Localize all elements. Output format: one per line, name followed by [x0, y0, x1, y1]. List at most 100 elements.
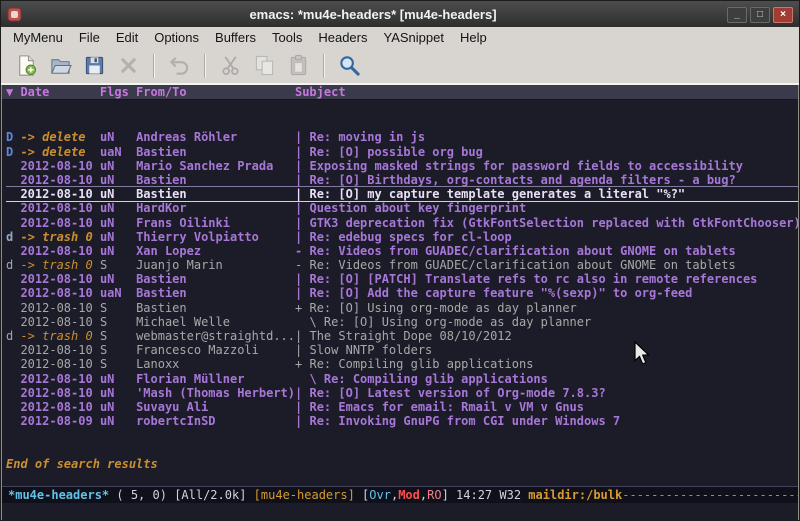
flags-cell: S [100, 343, 136, 357]
from-cell: robertcInSD [136, 414, 295, 428]
window-title: emacs: *mu4e-headers* [mu4e-headers] [22, 7, 724, 22]
menu-yasnippet[interactable]: YASnippet [375, 28, 451, 47]
toolbar-separator [153, 54, 154, 78]
flags-cell: S [100, 329, 136, 343]
new-file-icon[interactable] [10, 51, 42, 81]
from-cell: Bastien [136, 145, 295, 159]
flags-cell: uN [100, 159, 136, 173]
message-row[interactable]: 2012-08-10 uN Suvayu Ali | Re: Emacs for… [6, 400, 798, 414]
subject-cell: | Re: [O] my capture template generates … [295, 187, 685, 201]
mark-cell [6, 216, 20, 230]
message-row[interactable]: 2012-08-10 uN Bastien | Re: [O] [PATCH] … [6, 272, 798, 286]
message-row[interactable]: 2012-08-10 uN Mario Sanchez Prada | Expo… [6, 159, 798, 173]
message-row[interactable]: 2012-08-10 uN Xan Lopez - Re: Videos fro… [6, 244, 798, 258]
message-row[interactable]: 2012-08-10 uN 'Mash (Thomas Herbert)| Re… [6, 386, 798, 400]
date-cell: 2012-08-10 [20, 187, 99, 201]
message-row[interactable]: 2012-08-10 uN Florian Müllner \ Re: Comp… [6, 372, 798, 386]
subject-cell: | Re: [O] Add the capture feature "%(sex… [295, 286, 692, 300]
from-cell: Florian Müllner [136, 372, 295, 386]
message-row[interactable]: 2012-08-10 S Lanoxx + Re: Compiling glib… [6, 357, 798, 371]
message-row[interactable]: 2012-08-10 S Bastien + Re: [O] Using org… [6, 301, 798, 315]
title-bar: emacs: *mu4e-headers* [mu4e-headers] _□× [1, 1, 799, 27]
modeline-segment: RO [427, 488, 441, 502]
message-row[interactable]: 2012-08-10 S Michael Welle \ Re: [O] Usi… [6, 315, 798, 329]
minimize-button[interactable]: _ [727, 7, 747, 23]
from-cell: Bastien [136, 301, 295, 315]
modeline-segment: maildir:/bulk [528, 488, 622, 502]
flags-cell: S [100, 357, 136, 371]
headers-column-header[interactable]: ▼ Date Flgs From/To Subject [2, 85, 798, 100]
minibuffer[interactable] [2, 503, 798, 520]
from-cell: Bastien [136, 272, 295, 286]
message-row[interactable]: 2012-08-10 S Francesco Mazzoli | Slow NN… [6, 343, 798, 357]
menu-tools[interactable]: Tools [264, 28, 310, 47]
modeline-segment: ( 5, 0) [109, 488, 174, 502]
date-cell: 2012-08-10 [20, 272, 99, 286]
modeline-segment: ] [442, 488, 456, 502]
flags-cell: S [100, 301, 136, 315]
open-file-icon[interactable] [44, 51, 76, 81]
window-menu-icon[interactable] [7, 7, 22, 22]
from-cell: Michael Welle [136, 315, 295, 329]
search-icon[interactable] [333, 51, 365, 81]
message-row[interactable]: 2012-08-10 uaN Bastien | Re: [O] Add the… [6, 286, 798, 300]
menu-headers[interactable]: Headers [310, 28, 375, 47]
modeline-segment: [All/2.0k] [174, 488, 253, 502]
from-cell: Suvayu Ali [136, 400, 295, 414]
save-icon[interactable] [78, 51, 110, 81]
toolbar-separator [204, 54, 205, 78]
message-row[interactable]: d -> trash 0 uN Thierry Volpiatto | Re: … [6, 230, 798, 244]
menu-mymenu[interactable]: MyMenu [5, 28, 71, 47]
copy-icon[interactable] [248, 51, 280, 81]
date-cell: 2012-08-10 [20, 400, 99, 414]
subject-cell: - Re: Videos from GUADEC/clarification a… [295, 258, 736, 272]
flags-cell: uN [100, 386, 136, 400]
mark-cell [6, 159, 20, 173]
message-row[interactable]: D -> delete uN Andreas Röhler | Re: movi… [6, 130, 798, 144]
mark-cell [6, 201, 20, 215]
cut-icon[interactable] [214, 51, 246, 81]
mark-cell [6, 386, 20, 400]
message-row[interactable]: D -> delete uaN Bastien | Re: [O] possib… [6, 145, 798, 159]
subject-cell: | Re: edebug specs for cl-loop [295, 230, 512, 244]
date-cell: 2012-08-10 [20, 372, 99, 386]
date-cell: 2012-08-10 [20, 386, 99, 400]
menu-help[interactable]: Help [452, 28, 495, 47]
menu-options[interactable]: Options [146, 28, 207, 47]
flags-cell: S [100, 258, 136, 272]
close-icon[interactable] [112, 51, 144, 81]
flags-cell: uN [100, 414, 136, 428]
flags-cell: uN [100, 173, 136, 187]
end-of-results-text: End of search results [6, 457, 798, 471]
flags-cell: uN [100, 400, 136, 414]
message-row[interactable]: 2012-08-10 uN Bastien | Re: [O] Birthday… [6, 173, 798, 187]
menu-buffers[interactable]: Buffers [207, 28, 264, 47]
message-row[interactable]: 2012-08-10 uN Frans Oilinki | GTK3 depre… [6, 216, 798, 230]
message-row[interactable]: 2012-08-09 uN robertcInSD | Re: Invoking… [6, 414, 798, 428]
message-row[interactable]: 2012-08-10 uN Bastien | Re: [O] my captu… [6, 187, 798, 201]
from-cell: Frans Oilinki [136, 216, 295, 230]
toolbar-separator [323, 54, 324, 78]
menu-edit[interactable]: Edit [108, 28, 146, 47]
mark-cell [6, 372, 20, 386]
subject-cell: + Re: [O] Using org-mode as day planner [295, 301, 577, 315]
mark-cell [6, 286, 20, 300]
menu-file[interactable]: File [71, 28, 108, 47]
from-cell: Juanjo Marin [136, 258, 295, 272]
close-button[interactable]: × [773, 7, 793, 23]
undo-icon[interactable] [163, 51, 195, 81]
paste-icon[interactable] [282, 51, 314, 81]
subject-cell: | Re: Invoking GnuPG from CGI under Wind… [295, 414, 620, 428]
mode-line: *mu4e-headers* ( 5, 0) [All/2.0k] [mu4e-… [2, 486, 798, 503]
modeline-segment: *mu4e-headers* [8, 488, 109, 502]
mark-cell: d [6, 329, 20, 343]
subject-cell: | Re: Emacs for email: Rmail v VM v Gnus [295, 400, 584, 414]
date-cell: 2012-08-10 [20, 315, 99, 329]
message-row[interactable]: d -> trash 0 S webmaster@straightd...| T… [6, 329, 798, 343]
subject-cell: - Re: Videos from GUADEC/clarification a… [295, 244, 736, 258]
maximize-button[interactable]: □ [750, 7, 770, 23]
from-cell: 'Mash (Thomas Herbert) [136, 386, 295, 400]
message-row[interactable]: d -> trash 0 S Juanjo Marin - Re: Videos… [6, 258, 798, 272]
message-row[interactable]: 2012-08-10 uN HardKor | Question about k… [6, 201, 798, 215]
from-cell: Xan Lopez [136, 244, 295, 258]
